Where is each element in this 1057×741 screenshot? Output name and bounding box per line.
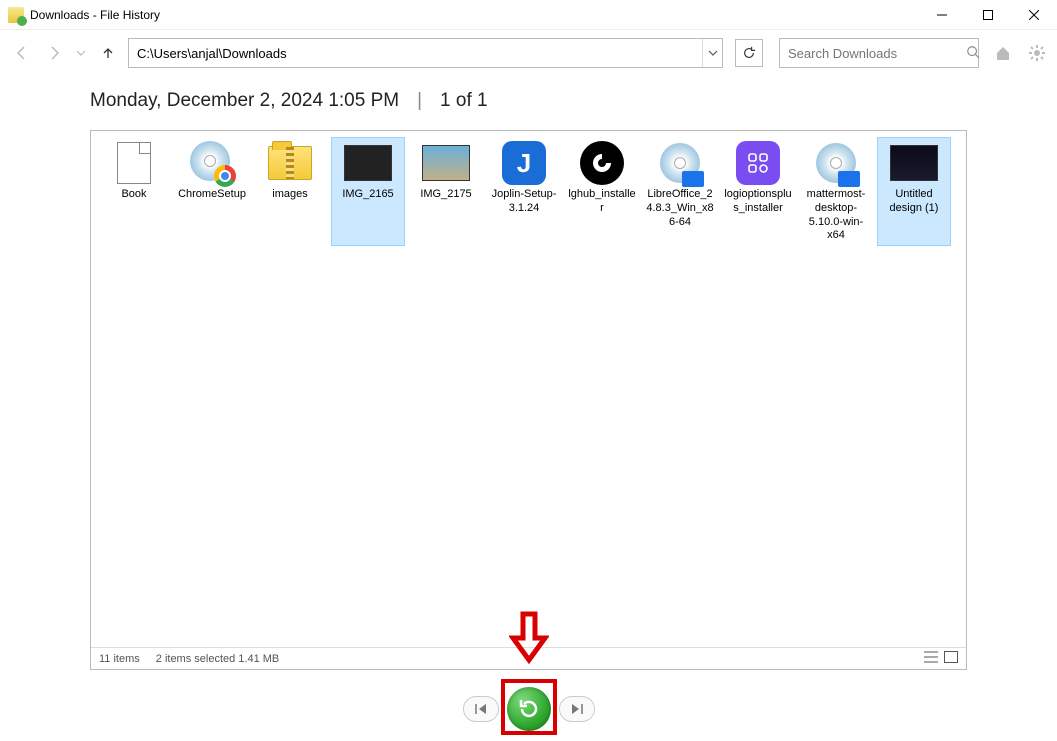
forward-button[interactable] [42,41,66,65]
file-icon [656,140,704,186]
search-box[interactable] [779,38,979,68]
file-item[interactable]: IMG_2165 [331,137,405,246]
file-icon [110,140,158,186]
view-toggles [924,651,958,666]
file-icon [734,140,782,186]
refresh-button[interactable] [735,39,763,67]
back-button[interactable] [10,41,34,65]
file-list-pane: Book ChromeSetup images IMG_2165 IMG_2175 JJo… [90,130,967,670]
file-item[interactable]: Untitled design (1) [877,137,951,246]
file-label: images [256,188,324,202]
file-item[interactable]: logioptionsplus_installer [721,137,795,246]
version-header: Monday, December 2, 2024 1:05 PM | 1 of … [90,90,967,112]
previous-version-button[interactable] [463,696,499,722]
file-label: Joplin-Setup-3.1.24 [490,188,558,216]
restore-button[interactable] [507,687,551,731]
file-label: lghub_installer [568,188,636,216]
file-icon [344,140,392,186]
search-icon [966,45,980,62]
version-timestamp: Monday, December 2, 2024 1:05 PM [90,90,399,112]
search-input[interactable] [786,45,966,62]
separator: | [417,90,422,112]
recent-locations-button[interactable] [74,41,88,65]
file-icon [188,140,236,186]
close-button[interactable] [1011,0,1057,30]
address-input[interactable] [129,46,702,61]
file-item[interactable]: images [253,137,327,246]
settings-button[interactable] [1027,43,1047,63]
maximize-button[interactable] [965,0,1011,30]
file-icon [266,140,314,186]
toolbar [0,30,1057,76]
file-icon [812,140,860,186]
file-item[interactable]: IMG_2175 [409,137,483,246]
titlebar: Downloads - File History [0,0,1057,30]
file-icon: J [500,140,548,186]
file-icon [890,140,938,186]
file-item[interactable]: mattermost-desktop-5.10.0-win-x64 [799,137,873,246]
details-view-button[interactable] [924,651,938,666]
minimize-button[interactable] [919,0,965,30]
file-icon [578,140,626,186]
thumbnails-view-button[interactable] [944,651,958,666]
selection-info: 2 items selected 1.41 MB [156,653,280,665]
file-item[interactable]: Book [97,137,171,246]
content-area: Monday, December 2, 2024 1:05 PM | 1 of … [90,90,967,676]
item-count: 11 items [99,653,140,665]
file-item[interactable]: lghub_installer [565,137,639,246]
up-button[interactable] [96,41,120,65]
status-bar: 11 items 2 items selected 1.41 MB [91,647,966,669]
file-label: ChromeSetup [178,188,246,202]
file-label: Untitled design (1) [880,188,948,216]
home-button[interactable] [993,43,1013,63]
file-item[interactable]: ChromeSetup [175,137,249,246]
window-title: Downloads - File History [30,8,160,22]
window-controls [919,0,1057,30]
file-label: IMG_2175 [412,188,480,202]
next-version-button[interactable] [559,696,595,722]
file-label: logioptionsplus_installer [724,188,792,216]
file-label: IMG_2165 [334,188,402,202]
address-dropdown-button[interactable] [702,39,722,67]
file-grid: Book ChromeSetup images IMG_2165 IMG_2175 JJo… [91,131,966,252]
file-item[interactable]: JJoplin-Setup-3.1.24 [487,137,561,246]
file-label: Book [100,188,168,202]
app-icon [8,7,24,23]
file-icon [422,140,470,186]
history-controls [454,689,604,729]
version-position: 1 of 1 [440,90,488,112]
address-bar[interactable] [128,38,723,68]
file-item[interactable]: LibreOffice_24.8.3_Win_x86-64 [643,137,717,246]
file-label: LibreOffice_24.8.3_Win_x86-64 [646,188,714,229]
file-label: mattermost-desktop-5.10.0-win-x64 [802,188,870,243]
